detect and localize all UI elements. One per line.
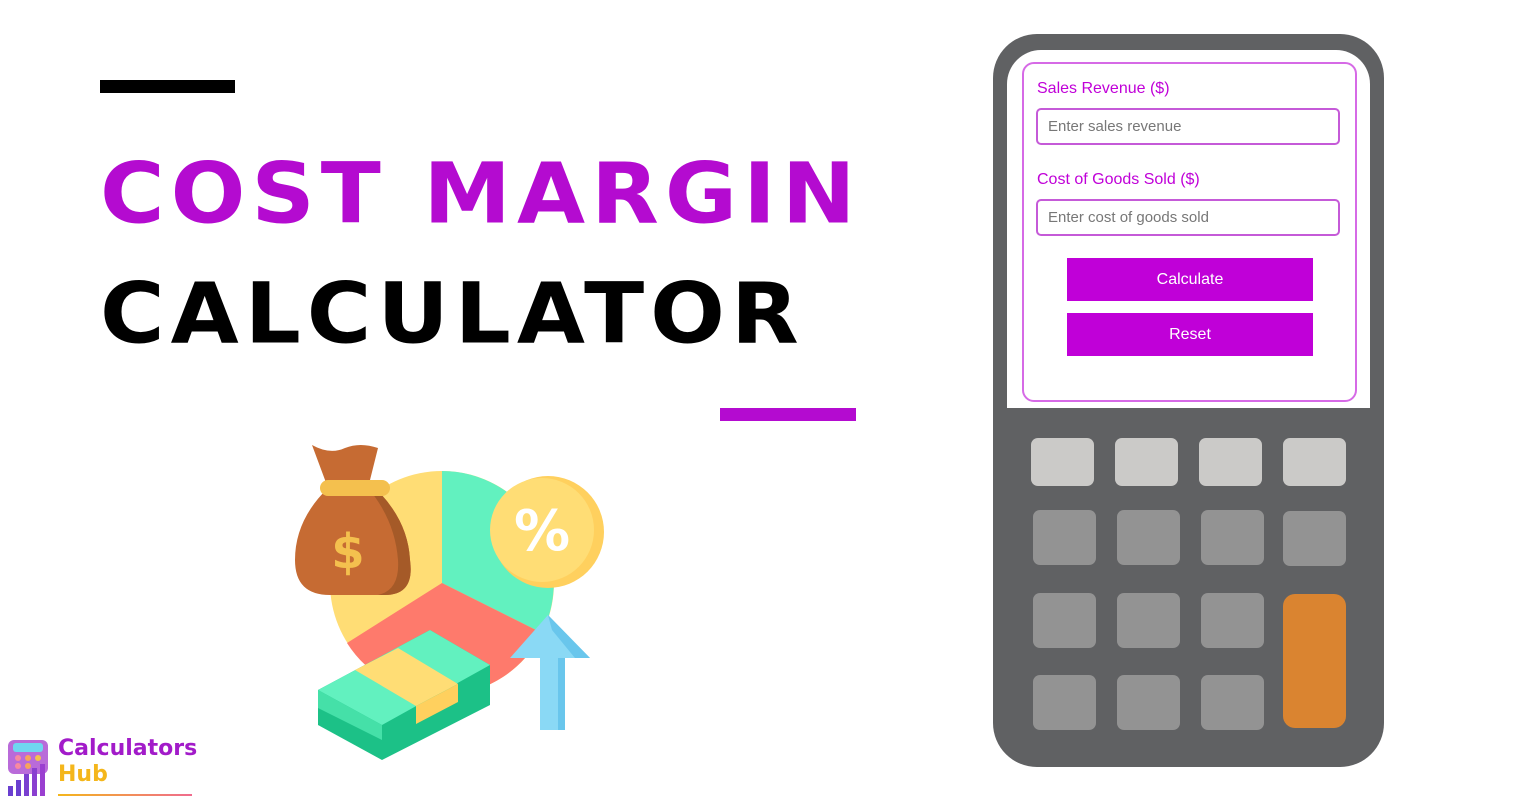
calculator-key (1201, 510, 1264, 565)
calculator-key (1201, 593, 1264, 648)
reset-button[interactable]: Reset (1067, 313, 1313, 356)
calculator-key (1033, 593, 1096, 648)
calculators-hub-logo: Calculators Hub (6, 736, 198, 798)
sales-revenue-label: Sales Revenue ($) (1037, 80, 1170, 97)
calculator-key (1117, 510, 1180, 565)
page-title-line-1: COST MARGIN (100, 144, 862, 243)
svg-text:%: % (514, 499, 570, 564)
calculator-key (1283, 511, 1346, 566)
cost-of-goods-sold-input[interactable] (1036, 199, 1340, 236)
dollar-sign-icon: $ (331, 524, 364, 580)
calculator-key (1031, 438, 1094, 486)
logo-text-calculators: Calculators (58, 736, 198, 761)
page-title-line-2: CALCULATOR (100, 264, 805, 363)
cost-margin-illustration: $ % (295, 445, 604, 760)
calculate-button[interactable]: Calculate (1067, 258, 1313, 301)
logo-text-hub: Hub (58, 762, 108, 787)
calculator-key (1033, 510, 1096, 565)
decorative-bar-purple (720, 408, 856, 421)
cost-of-goods-sold-label: Cost of Goods Sold ($) (1037, 171, 1200, 188)
cost-margin-form: Sales Revenue ($) Cost of Goods Sold ($)… (1022, 62, 1357, 402)
decorative-bar-black (100, 80, 235, 93)
calculator-key (1201, 675, 1264, 730)
calculator-key (1117, 593, 1180, 648)
calculator-key (1033, 675, 1096, 730)
calculator-key (1199, 438, 1262, 486)
calculator-key (1117, 675, 1180, 730)
calculator-key (1115, 438, 1178, 486)
money-bag-icon: $ (295, 445, 411, 595)
calculator-key (1283, 438, 1346, 486)
sales-revenue-input[interactable] (1036, 108, 1340, 145)
calculator-screen: Sales Revenue ($) Cost of Goods Sold ($)… (1007, 50, 1370, 408)
calculator-key-equals (1283, 594, 1346, 728)
logo-underline (58, 794, 192, 796)
calculator-device: Sales Revenue ($) Cost of Goods Sold ($)… (993, 34, 1384, 767)
calculator-logo-icon (8, 740, 48, 796)
